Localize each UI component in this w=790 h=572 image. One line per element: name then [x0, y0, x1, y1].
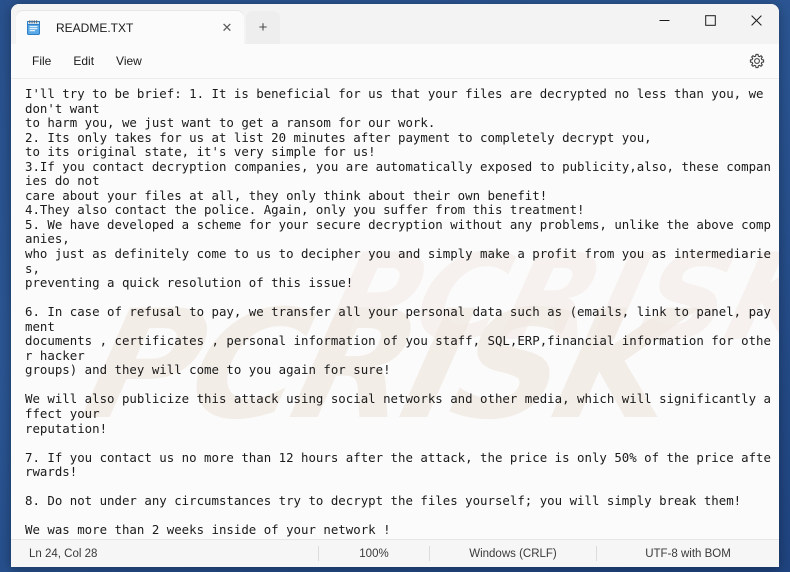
- tab-readme[interactable]: README.TXT ✕: [16, 11, 244, 44]
- tab-title: README.TXT: [56, 20, 134, 35]
- ransom-note-text: I'll try to be brief: 1. It is beneficia…: [25, 86, 771, 538]
- encoding[interactable]: UTF-8 with BOM: [596, 546, 779, 561]
- new-tab-button[interactable]: +: [246, 11, 280, 44]
- menu-edit[interactable]: Edit: [62, 49, 105, 73]
- maximize-button[interactable]: [687, 4, 733, 36]
- editor-area[interactable]: PCRISK PCRISK I'll try to be brief: 1. I…: [11, 79, 779, 539]
- status-bar: Ln 24, Col 28 100% Windows (CRLF) UTF-8 …: [11, 539, 779, 567]
- gear-icon[interactable]: [745, 49, 769, 73]
- minimize-button[interactable]: [641, 4, 687, 36]
- menu-view[interactable]: View: [105, 49, 153, 73]
- status-right-group: 100% Windows (CRLF) UTF-8 with BOM: [318, 540, 779, 567]
- cursor-position: Ln 24, Col 28: [29, 547, 98, 560]
- zoom-level[interactable]: 100%: [318, 546, 429, 561]
- close-window-button[interactable]: [733, 4, 779, 36]
- desktop-background: README.TXT ✕ + File Edit View PCRISK PCR…: [0, 0, 790, 572]
- notepad-icon: [25, 19, 42, 36]
- notepad-window: README.TXT ✕ + File Edit View PCRISK PCR…: [11, 4, 779, 567]
- tab-strip: README.TXT ✕ +: [11, 4, 280, 44]
- text-content[interactable]: I'll try to be brief: 1. It is beneficia…: [11, 79, 779, 539]
- window-controls: [641, 4, 779, 36]
- menu-bar: File Edit View: [11, 44, 779, 79]
- close-tab-icon[interactable]: ✕: [216, 17, 238, 39]
- title-bar: README.TXT ✕ +: [11, 4, 779, 44]
- line-ending[interactable]: Windows (CRLF): [429, 546, 596, 561]
- menu-file[interactable]: File: [21, 49, 62, 73]
